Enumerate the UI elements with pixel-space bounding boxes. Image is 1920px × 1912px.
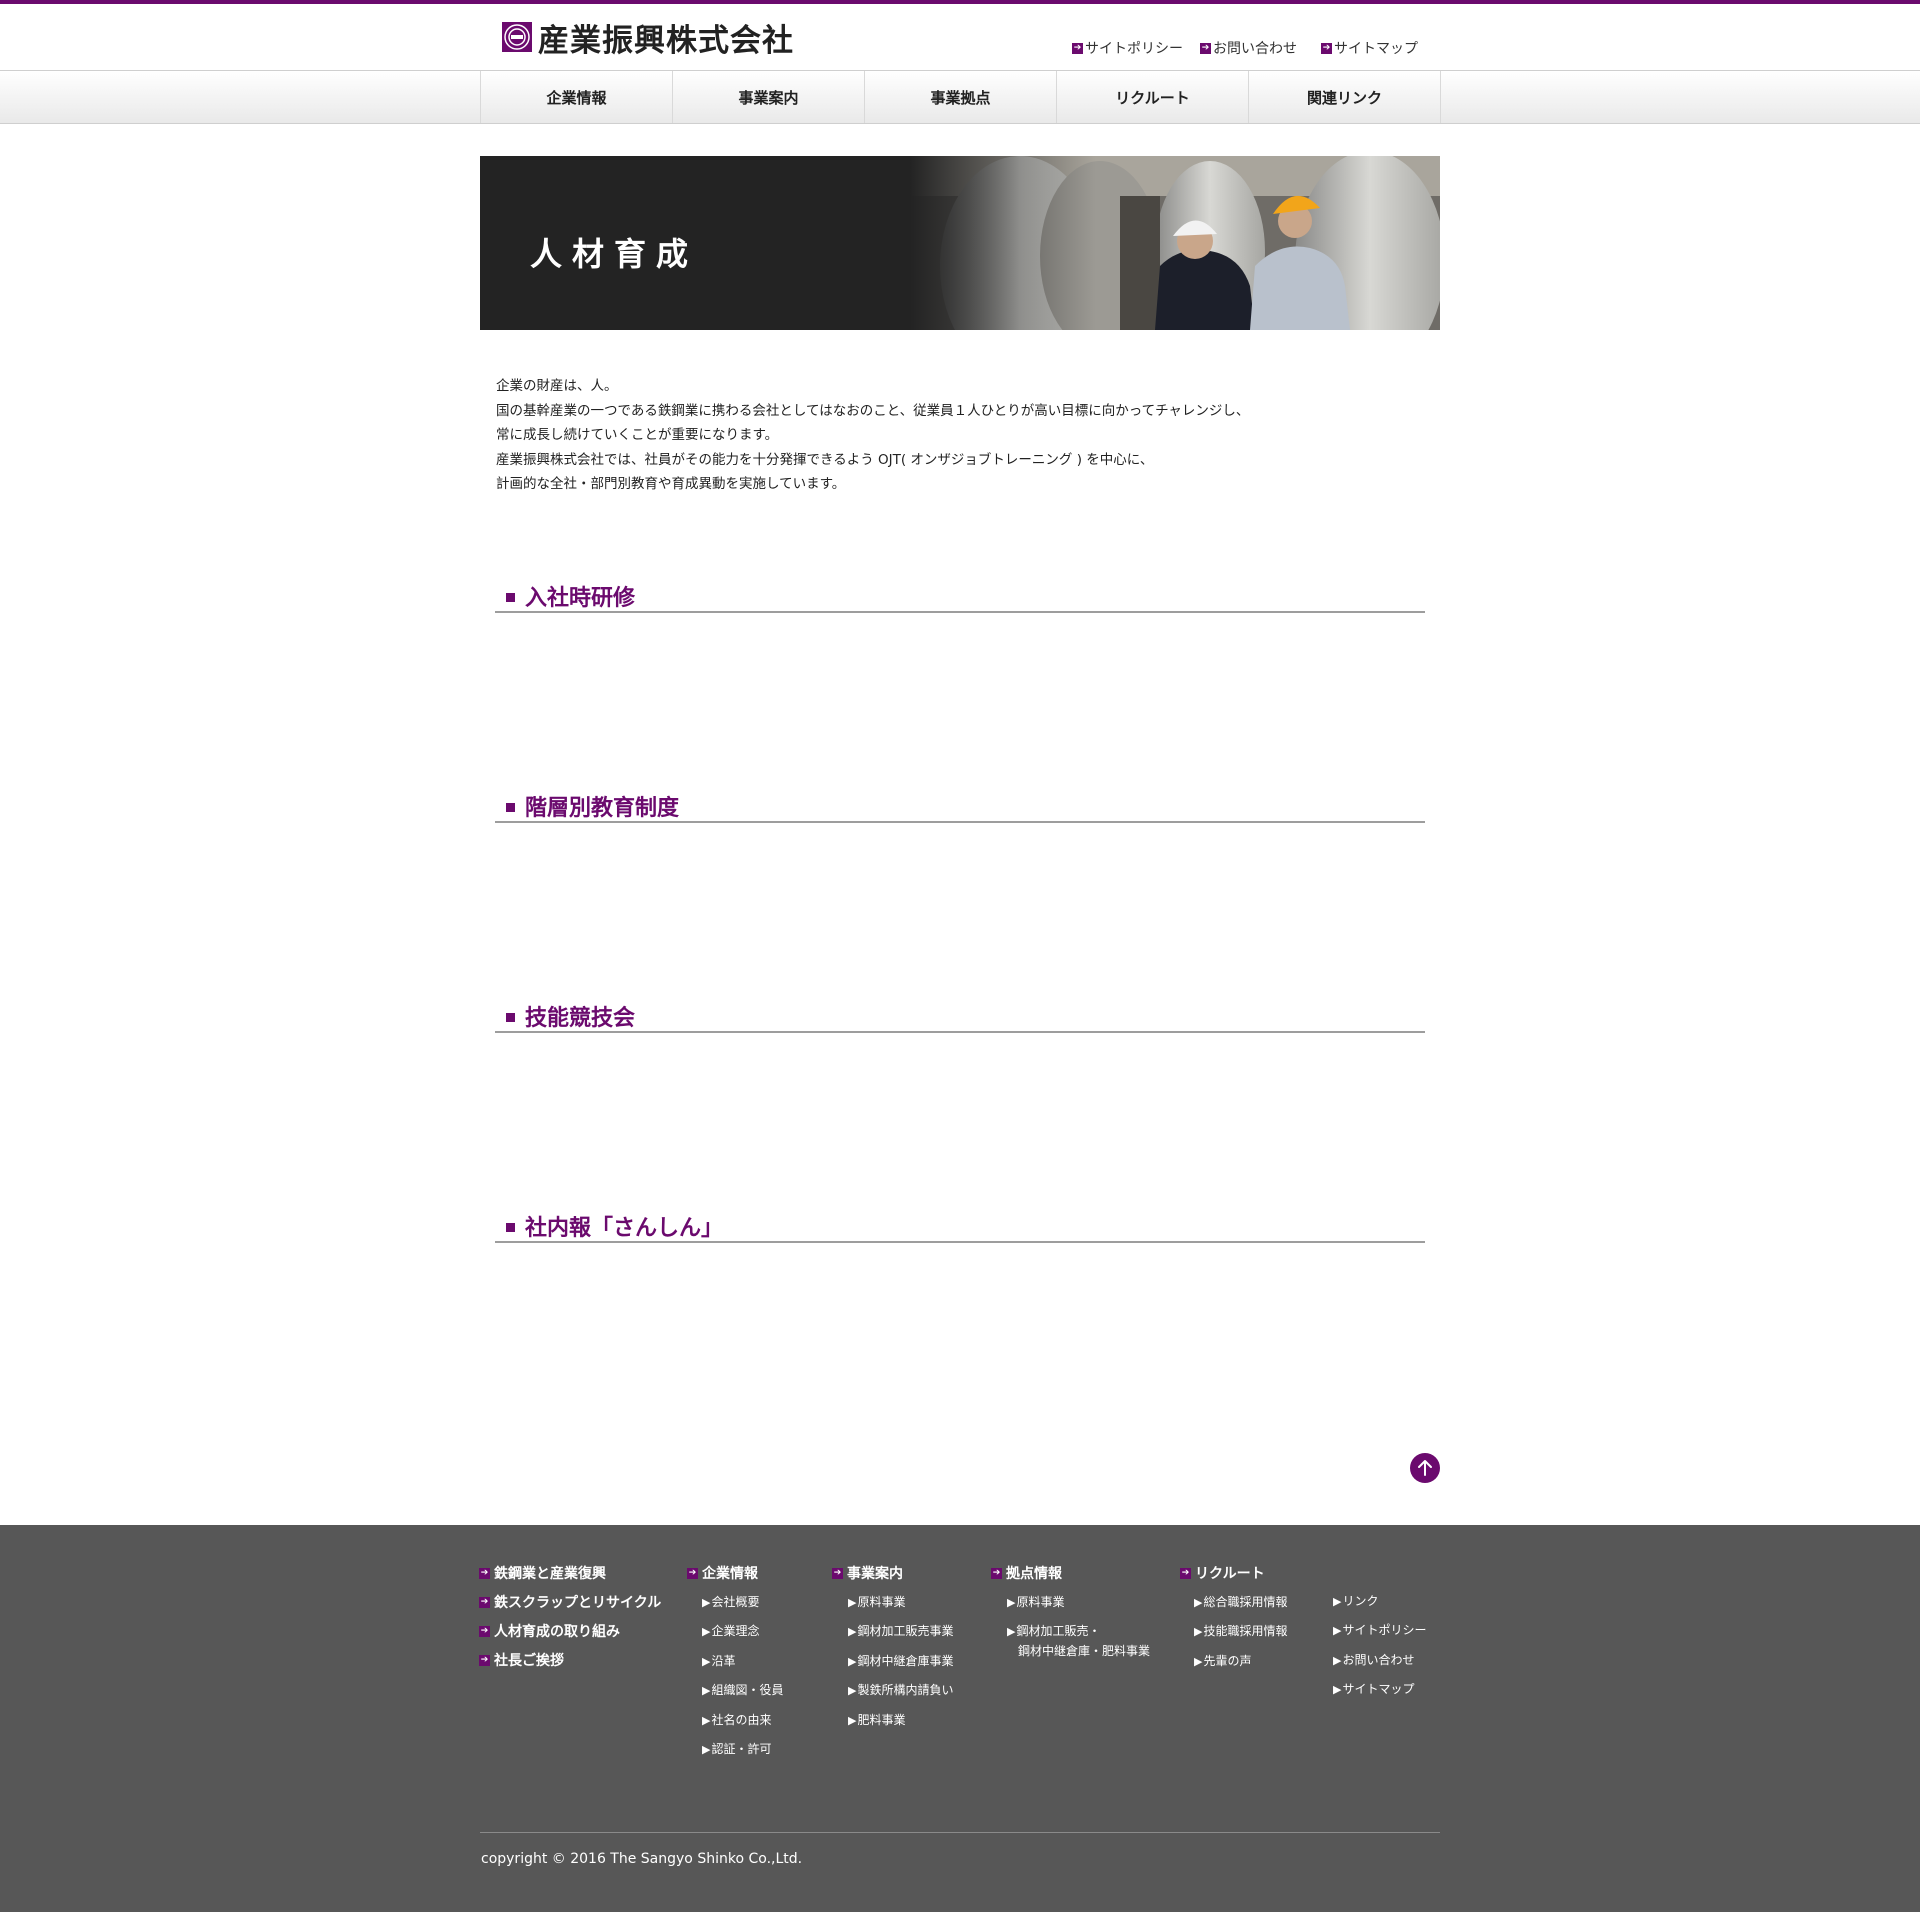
arrow-right-icon: ➔ <box>1200 42 1211 54</box>
triangle-right-icon: ▶ <box>848 1684 857 1697</box>
square-bullet-icon <box>506 1223 515 1232</box>
arrow-up-icon <box>1418 1460 1432 1476</box>
site-header: 産業振興株式会社 ➔ サイトポリシー ➔ お問い合わせ ➔ サイトマップ <box>0 4 1920 71</box>
section-heading-onboarding: 入社時研修 <box>495 579 1425 613</box>
intro-line: 計画的な全社・部門別教育や育成異動を実施しています。 <box>496 476 846 492</box>
footer-link-continued[interactable]: 鋼材中継倉庫・肥料事業 <box>1018 1642 1150 1660</box>
banner-photo-workers <box>910 156 1440 330</box>
footer-divider <box>480 1832 1440 1833</box>
footer-link[interactable]: ▶鋼材加工販売事業 <box>848 1622 953 1641</box>
triangle-right-icon: ▶ <box>702 1743 711 1756</box>
nav-item-recruit[interactable]: リクルート <box>1057 71 1249 123</box>
triangle-right-icon: ▶ <box>1333 1654 1342 1667</box>
arrow-right-icon: ➔ <box>832 1567 843 1579</box>
footer-head-company[interactable]: ➔ 企業情報 <box>687 1563 758 1583</box>
triangle-right-icon: ▶ <box>702 1625 711 1638</box>
arrow-right-icon: ➔ <box>479 1596 490 1608</box>
footer-link[interactable]: ▶原料事業 <box>848 1593 905 1612</box>
footer-link[interactable]: ▶認証・許可 <box>702 1740 771 1759</box>
triangle-right-icon: ▶ <box>1333 1624 1342 1637</box>
footer-link[interactable]: ▶会社概要 <box>702 1593 759 1612</box>
footer-link[interactable]: ▶原料事業 <box>1007 1593 1064 1612</box>
triangle-right-icon: ▶ <box>1194 1625 1203 1638</box>
intro-line: 国の基幹産業の一つである鉄鋼業に携わる会社としてはなおのこと、従業員１人ひとりが… <box>496 402 1250 419</box>
footer-link[interactable]: ▶製鉄所構内請負い <box>848 1681 953 1700</box>
footer-link[interactable]: ▶お問い合わせ <box>1333 1651 1414 1670</box>
footer-link[interactable]: ▶社名の由来 <box>702 1711 771 1730</box>
section-heading-tiered-education: 階層別教育制度 <box>495 789 1425 823</box>
square-bullet-icon <box>506 1013 515 1022</box>
intro-line: 企業の財産は、人。 <box>496 378 618 394</box>
footer-head-locations[interactable]: ➔ 拠点情報 <box>991 1563 1062 1583</box>
nav-item-company[interactable]: 企業情報 <box>481 71 673 123</box>
arrow-right-icon: ➔ <box>687 1567 698 1579</box>
footer-link[interactable]: ▶サイトポリシー <box>1333 1621 1426 1640</box>
footer-link-hr-development[interactable]: ➔ 人材育成の取り組み <box>479 1621 620 1641</box>
footer-link[interactable]: ▶企業理念 <box>702 1622 759 1641</box>
square-bullet-icon <box>506 593 515 602</box>
arrow-right-icon: ➔ <box>1180 1567 1191 1579</box>
company-name: 産業振興株式会社 <box>538 22 794 59</box>
intro-line: 常に成長し続けていくことが重要になります。 <box>496 427 779 443</box>
triangle-right-icon: ▶ <box>1333 1595 1342 1608</box>
arrow-right-icon: ➔ <box>1321 42 1332 54</box>
arrow-right-icon: ➔ <box>479 1654 490 1666</box>
triangle-right-icon: ▶ <box>848 1655 857 1668</box>
arrow-right-icon: ➔ <box>479 1625 490 1637</box>
intro-text: 企業の財産は、人。 国の基幹産業の一つである鉄鋼業に携わる会社としてはなおのこと… <box>496 374 1396 497</box>
triangle-right-icon: ▶ <box>848 1714 857 1727</box>
triangle-right-icon: ▶ <box>848 1596 857 1609</box>
footer-link[interactable]: ▶サイトマップ <box>1333 1680 1414 1699</box>
page-banner: 人材育成 <box>480 156 1440 330</box>
site-footer: ➔ 鉄鋼業と産業復興 ➔ 鉄スクラップとリサイクル ➔ 人材育成の取り組み ➔ 社長ご挨… <box>0 1525 1920 1912</box>
footer-head-business[interactable]: ➔ 事業案内 <box>832 1563 903 1583</box>
footer-link-scrap-recycle[interactable]: ➔ 鉄スクラップとリサイクル <box>479 1592 661 1612</box>
triangle-right-icon: ▶ <box>702 1596 711 1609</box>
triangle-right-icon: ▶ <box>702 1655 711 1668</box>
footer-link[interactable]: ▶先輩の声 <box>1194 1652 1251 1671</box>
footer-link[interactable]: ▶鋼材中継倉庫事業 <box>848 1652 953 1671</box>
triangle-right-icon: ▶ <box>1333 1683 1342 1696</box>
arrow-right-icon: ➔ <box>1072 42 1083 54</box>
section-heading-newsletter: 社内報「さんしん」 <box>495 1209 1425 1243</box>
footer-head-recruit[interactable]: ➔ リクルート <box>1180 1563 1265 1583</box>
footer-link[interactable]: ▶リンク <box>1333 1592 1378 1611</box>
square-bullet-icon <box>506 803 515 812</box>
footer-link[interactable]: ▶肥料事業 <box>848 1711 905 1730</box>
triangle-right-icon: ▶ <box>702 1684 711 1697</box>
nav-item-locations[interactable]: 事業拠点 <box>865 71 1057 123</box>
arrow-right-icon: ➔ <box>479 1567 490 1579</box>
site-logo[interactable]: 産業振興株式会社 <box>502 18 794 59</box>
footer-link[interactable]: ▶組織図・役員 <box>702 1681 783 1700</box>
copyright: copyright © 2016 The Sangyo Shinko Co.,L… <box>481 1851 803 1867</box>
section-heading-skills-competition: 技能競技会 <box>495 999 1425 1033</box>
util-link-sitemap[interactable]: ➔ サイトマップ <box>1321 38 1418 58</box>
footer-link[interactable]: ▶総合職採用情報 <box>1194 1593 1287 1612</box>
page-title: 人材育成 <box>530 235 699 273</box>
triangle-right-icon: ▶ <box>848 1625 857 1638</box>
global-nav: 企業情報 事業案内 事業拠点 リクルート 関連リンク <box>0 71 1920 124</box>
util-link-site-policy[interactable]: ➔ サイトポリシー <box>1072 38 1183 58</box>
arrow-right-icon: ➔ <box>991 1567 1002 1579</box>
footer-link-president-message[interactable]: ➔ 社長ご挨拶 <box>479 1650 564 1670</box>
footer-link[interactable]: ▶技能職採用情報 <box>1194 1622 1287 1641</box>
triangle-right-icon: ▶ <box>1007 1596 1016 1609</box>
triangle-right-icon: ▶ <box>1194 1655 1203 1668</box>
footer-link[interactable]: ▶沿革 <box>702 1652 735 1671</box>
nav-item-business[interactable]: 事業案内 <box>673 71 865 123</box>
triangle-right-icon: ▶ <box>702 1714 711 1727</box>
util-link-contact[interactable]: ➔ お問い合わせ <box>1200 38 1297 58</box>
triangle-right-icon: ▶ <box>1194 1596 1203 1609</box>
footer-link-steel-industry[interactable]: ➔ 鉄鋼業と産業復興 <box>479 1563 606 1583</box>
footer-link[interactable]: ▶鋼材加工販売・ <box>1007 1622 1100 1641</box>
nav-item-links[interactable]: 関連リンク <box>1249 71 1441 123</box>
intro-line: 産業振興株式会社では、社員がその能力を十分発揮できるよう OJT( オンザジョブ… <box>496 451 1154 468</box>
back-to-top-button[interactable] <box>1410 1453 1440 1483</box>
triangle-right-icon: ▶ <box>1007 1625 1016 1638</box>
company-crest-icon <box>502 22 532 52</box>
